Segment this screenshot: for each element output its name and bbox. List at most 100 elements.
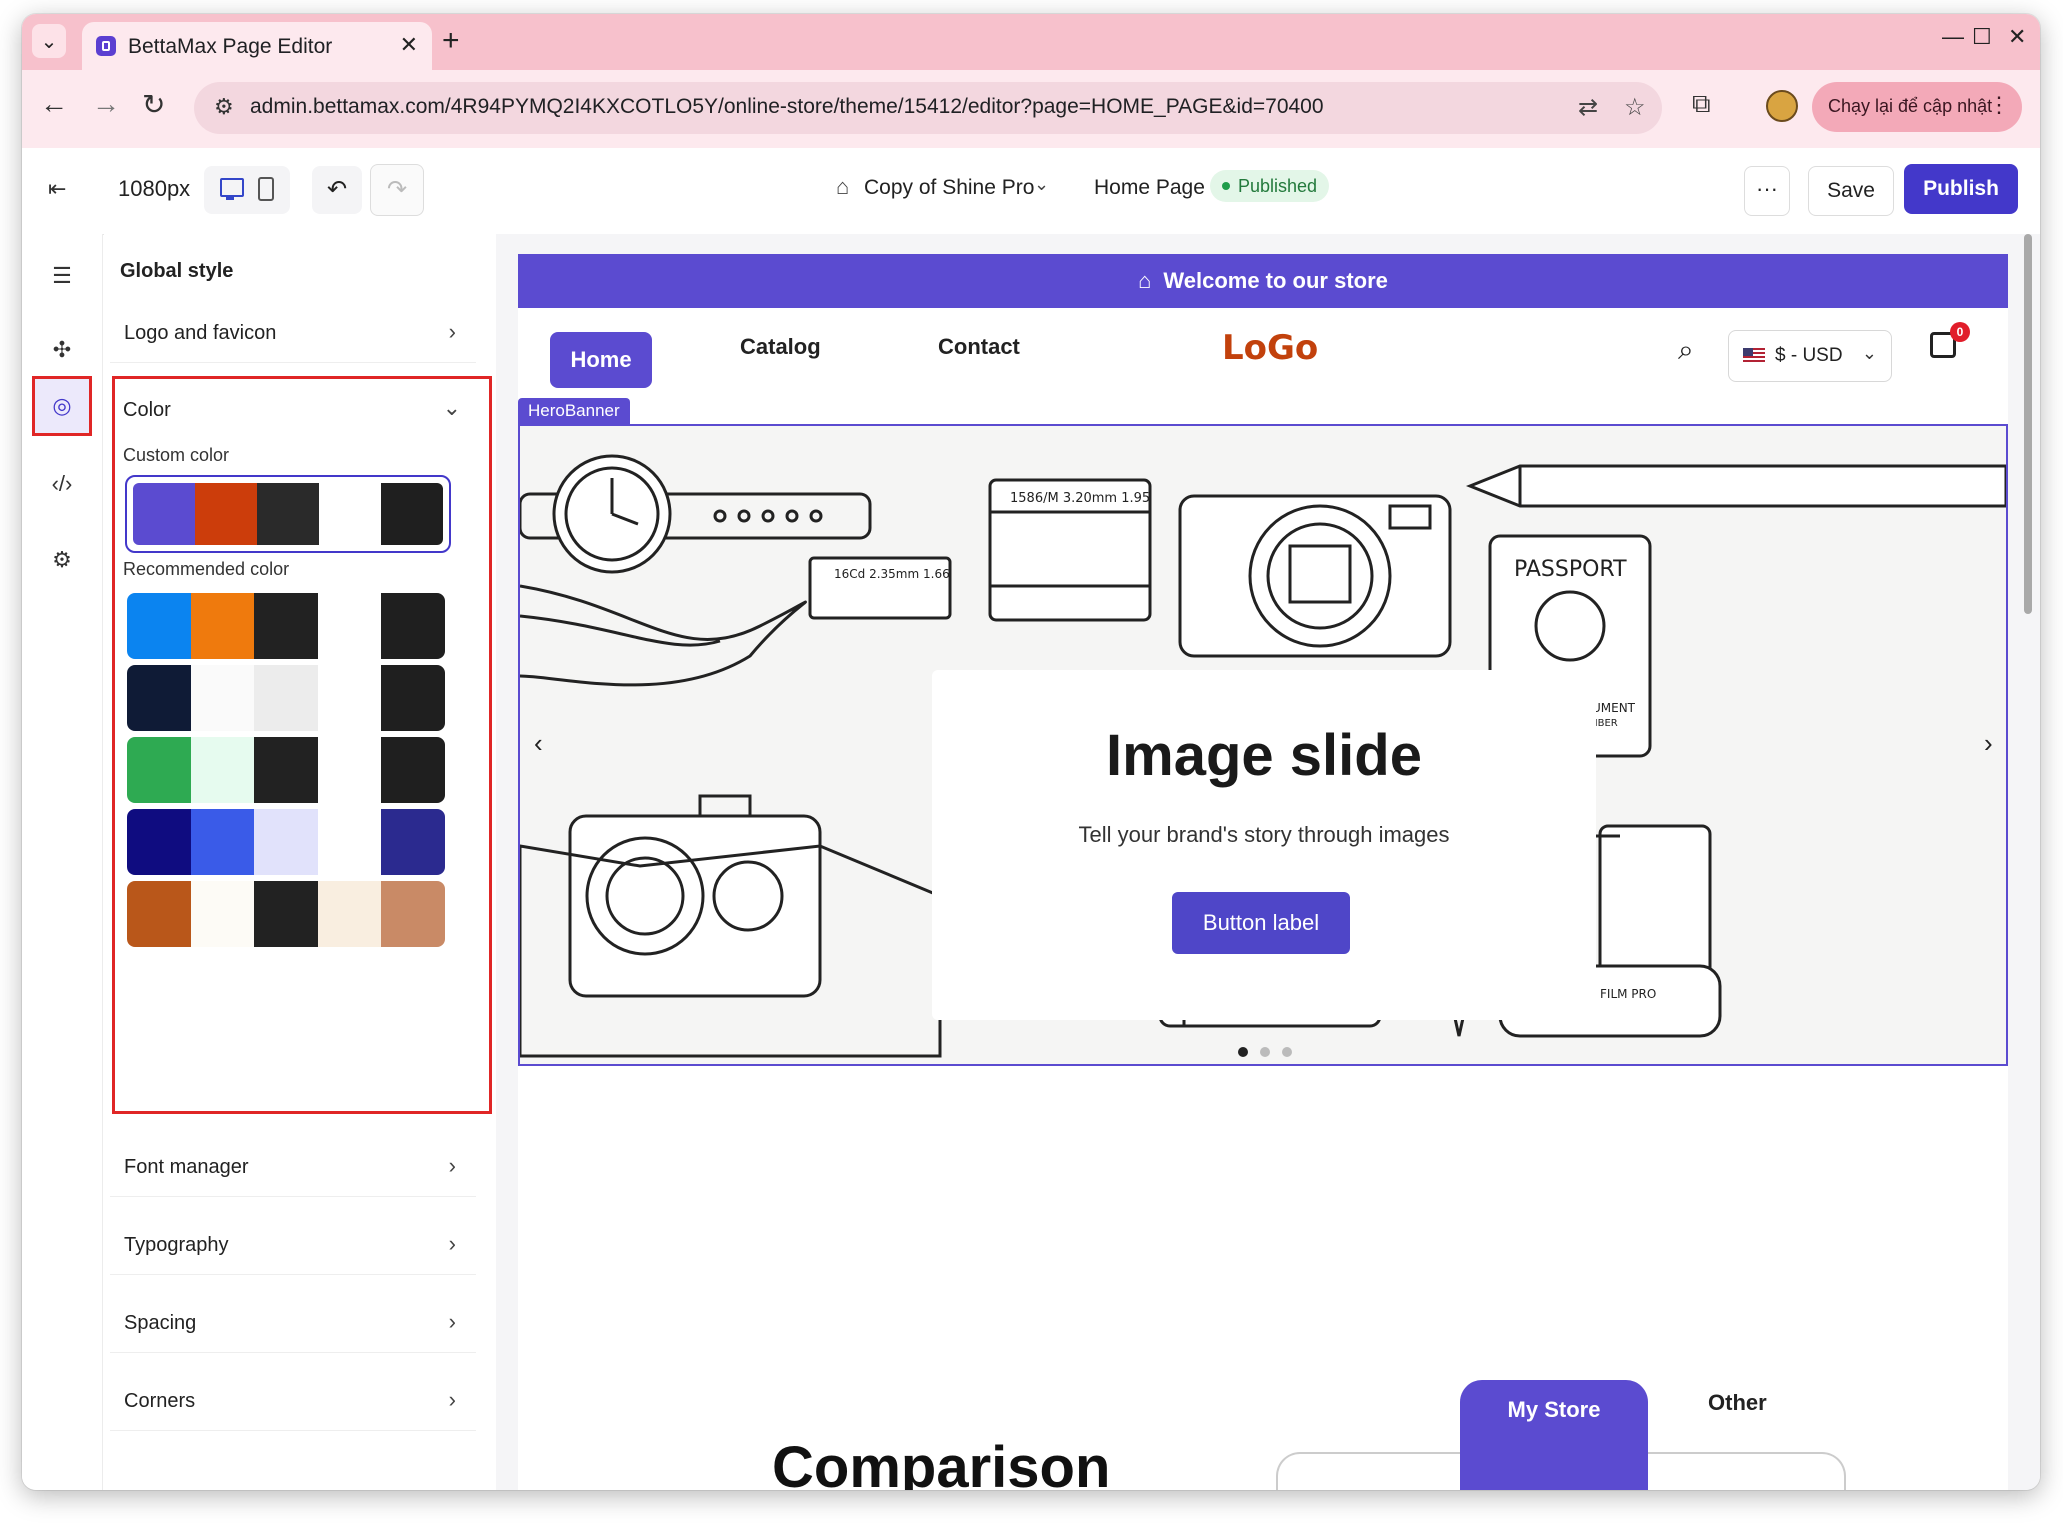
corners-row[interactable]: Corners › <box>110 1372 476 1431</box>
update-button[interactable]: Chạy lại để cập nhật ⋮ <box>1812 82 2022 132</box>
preview-scrollbar[interactable] <box>2024 234 2032 614</box>
recommended-palette-3[interactable] <box>127 737 445 803</box>
hero-subtitle: Tell your brand's story through images <box>1078 822 1450 847</box>
recommended-1-swatch-2 <box>190 593 255 659</box>
url-text[interactable]: admin.bettamax.com/4R94PYMQ2I4KXCOTLO5Y/… <box>250 95 1324 119</box>
update-label: Chạy lại để cập nhật <box>1828 96 1993 116</box>
currency-selector[interactable]: $ - USD ⌄ <box>1728 330 1892 382</box>
settings-gear-icon[interactable]: ⚙ <box>32 530 92 590</box>
chevron-right-icon: › <box>448 1309 456 1334</box>
translate-icon[interactable]: ⇄ <box>1578 93 1598 122</box>
exit-editor-icon[interactable]: ⇤ <box>48 176 66 202</box>
recommended-2-swatch-3 <box>254 665 318 731</box>
slide-dot-1[interactable] <box>1238 1047 1248 1057</box>
custom-palette-swatches <box>133 483 443 545</box>
publish-button[interactable]: Publish <box>1904 164 2018 214</box>
store-header: Home Catalog Contact LoGo ⌕ $ - USD ⌄ 0 <box>518 308 2008 398</box>
chevron-down-icon[interactable]: ⌄ <box>1034 174 1049 195</box>
favicon-icon <box>96 36 116 56</box>
tab-search-button[interactable]: ⌄ <box>32 24 66 58</box>
theme-selector[interactable]: Copy of Shine Pro <box>864 176 1034 200</box>
section-tag[interactable]: HeroBanner <box>518 398 630 424</box>
custom-swatch-1 <box>133 483 195 545</box>
global-style-panel: Global style Logo and favicon › Color ⌄ … <box>104 234 496 1490</box>
minimize-icon[interactable]: — <box>1942 24 1964 50</box>
custom-swatch-2 <box>195 483 257 545</box>
left-rail: ☰ ✣ ◎ ‹/› ⚙ <box>22 234 103 1490</box>
currency-label: $ - USD <box>1775 345 1843 366</box>
store-logo[interactable]: LoGo <box>1222 328 1318 368</box>
recommended-3-swatch-1 <box>127 737 191 803</box>
recommended-4-swatch-3 <box>254 809 318 875</box>
custom-swatch-4 <box>319 483 381 545</box>
row-label: Spacing <box>124 1312 197 1334</box>
page-selector[interactable]: Home Page <box>1094 176 1205 200</box>
nav-contact[interactable]: Contact <box>938 334 1020 360</box>
preview-canvas: ⌂ Welcome to our store Home Catalog Conta… <box>496 234 2040 1490</box>
hero-banner[interactable]: 1586/M 3.20mm 1.95 16Cd 2.35mm 1.66 PASS… <box>518 424 2008 1066</box>
reload-icon[interactable]: ↻ <box>142 88 165 121</box>
custom-color-label: Custom color <box>123 445 230 465</box>
recommended-palette-1[interactable] <box>127 593 445 659</box>
new-tab-button[interactable]: + <box>442 24 460 58</box>
recommended-2-swatch-2 <box>190 665 255 731</box>
mobile-icon[interactable] <box>258 177 274 201</box>
recommended-palette-4[interactable] <box>127 809 445 875</box>
browser-tab[interactable]: BettaMax Page Editor ✕ <box>82 22 432 70</box>
slide-dot-3[interactable] <box>1282 1047 1292 1057</box>
home-icon: ⌂ <box>836 174 850 199</box>
recommended-1-swatch-4 <box>317 593 382 659</box>
extensions-icon[interactable]: ⧉ <box>1692 88 1711 120</box>
global-style-icon[interactable]: ◎ <box>32 376 92 436</box>
panel-title: Global style <box>120 260 234 282</box>
forward-icon[interactable]: → <box>92 88 120 120</box>
omnibox[interactable]: ⚙ admin.bettamax.com/4R94PYMQ2I4KXCOTLO5… <box>194 82 1662 134</box>
recommended-5-swatch-1 <box>127 881 191 947</box>
slide-next-icon[interactable]: › <box>1984 728 1993 759</box>
font-manager-row[interactable]: Font manager › <box>110 1138 476 1197</box>
close-window-icon[interactable]: ✕ <box>2008 24 2026 50</box>
color-heading[interactable]: Color <box>123 399 171 422</box>
desktop-icon[interactable] <box>220 178 244 200</box>
tab-my-store[interactable]: My Store <box>1460 1380 1648 1490</box>
slide-dot-2[interactable] <box>1260 1047 1270 1057</box>
custom-swatch-3 <box>257 483 319 545</box>
close-tab-icon[interactable]: ✕ <box>400 32 418 58</box>
recommended-4-swatch-4 <box>317 809 382 875</box>
save-button[interactable]: Save <box>1808 166 1894 216</box>
undo-button[interactable]: ↶ <box>312 166 362 214</box>
custom-palette[interactable] <box>125 475 451 553</box>
site-info-icon[interactable]: ⚙ <box>214 94 234 120</box>
recommended-3-swatch-4 <box>317 737 382 803</box>
hero-button[interactable]: Button label <box>1172 892 1350 954</box>
tab-strip: ⌄ BettaMax Page Editor ✕ + — ☐ ✕ <box>22 14 2040 70</box>
apps-icon[interactable]: ✣ <box>32 320 92 380</box>
slide-prev-icon[interactable]: ‹ <box>534 728 543 759</box>
spacing-row[interactable]: Spacing › <box>110 1294 476 1353</box>
star-icon[interactable]: ☆ <box>1624 93 1646 122</box>
back-icon[interactable]: ← <box>40 88 68 120</box>
cart-count-badge: 0 <box>1950 322 1970 342</box>
nav-catalog[interactable]: Catalog <box>740 334 821 360</box>
recommended-palette-5[interactable] <box>127 881 445 947</box>
announcement-bar[interactable]: ⌂ Welcome to our store <box>518 254 2008 308</box>
code-icon[interactable]: ‹/› <box>32 454 92 514</box>
chevron-down-icon[interactable]: ⌄ <box>443 395 461 421</box>
logo-favicon-row[interactable]: Logo and favicon › <box>110 304 476 363</box>
redo-button[interactable]: ↷ <box>370 164 424 216</box>
menu-dots-icon[interactable]: ⋮ <box>1988 92 2010 118</box>
editor-topbar: ⇤ 1080px ↶ ↷ ⌂ Copy of Shine Pro ⌄ Home … <box>22 148 2040 235</box>
chevron-down-icon: ⌄ <box>1861 343 1877 363</box>
status-badge: Published <box>1210 170 1330 202</box>
profile-avatar[interactable] <box>1766 90 1798 122</box>
recommended-palette-2[interactable] <box>127 665 445 731</box>
more-button[interactable]: ··· <box>1744 166 1790 216</box>
maximize-icon[interactable]: ☐ <box>1972 24 1992 50</box>
search-icon[interactable]: ⌕ <box>1678 334 1694 367</box>
tab-other[interactable]: Other <box>1708 1390 1767 1416</box>
recommended-color-label: Recommended color <box>123 559 290 579</box>
chevron-right-icon: › <box>448 1387 456 1412</box>
nav-home[interactable]: Home <box>550 332 652 388</box>
sections-icon[interactable]: ☰ <box>32 246 92 306</box>
typography-row[interactable]: Typography › <box>110 1216 476 1275</box>
